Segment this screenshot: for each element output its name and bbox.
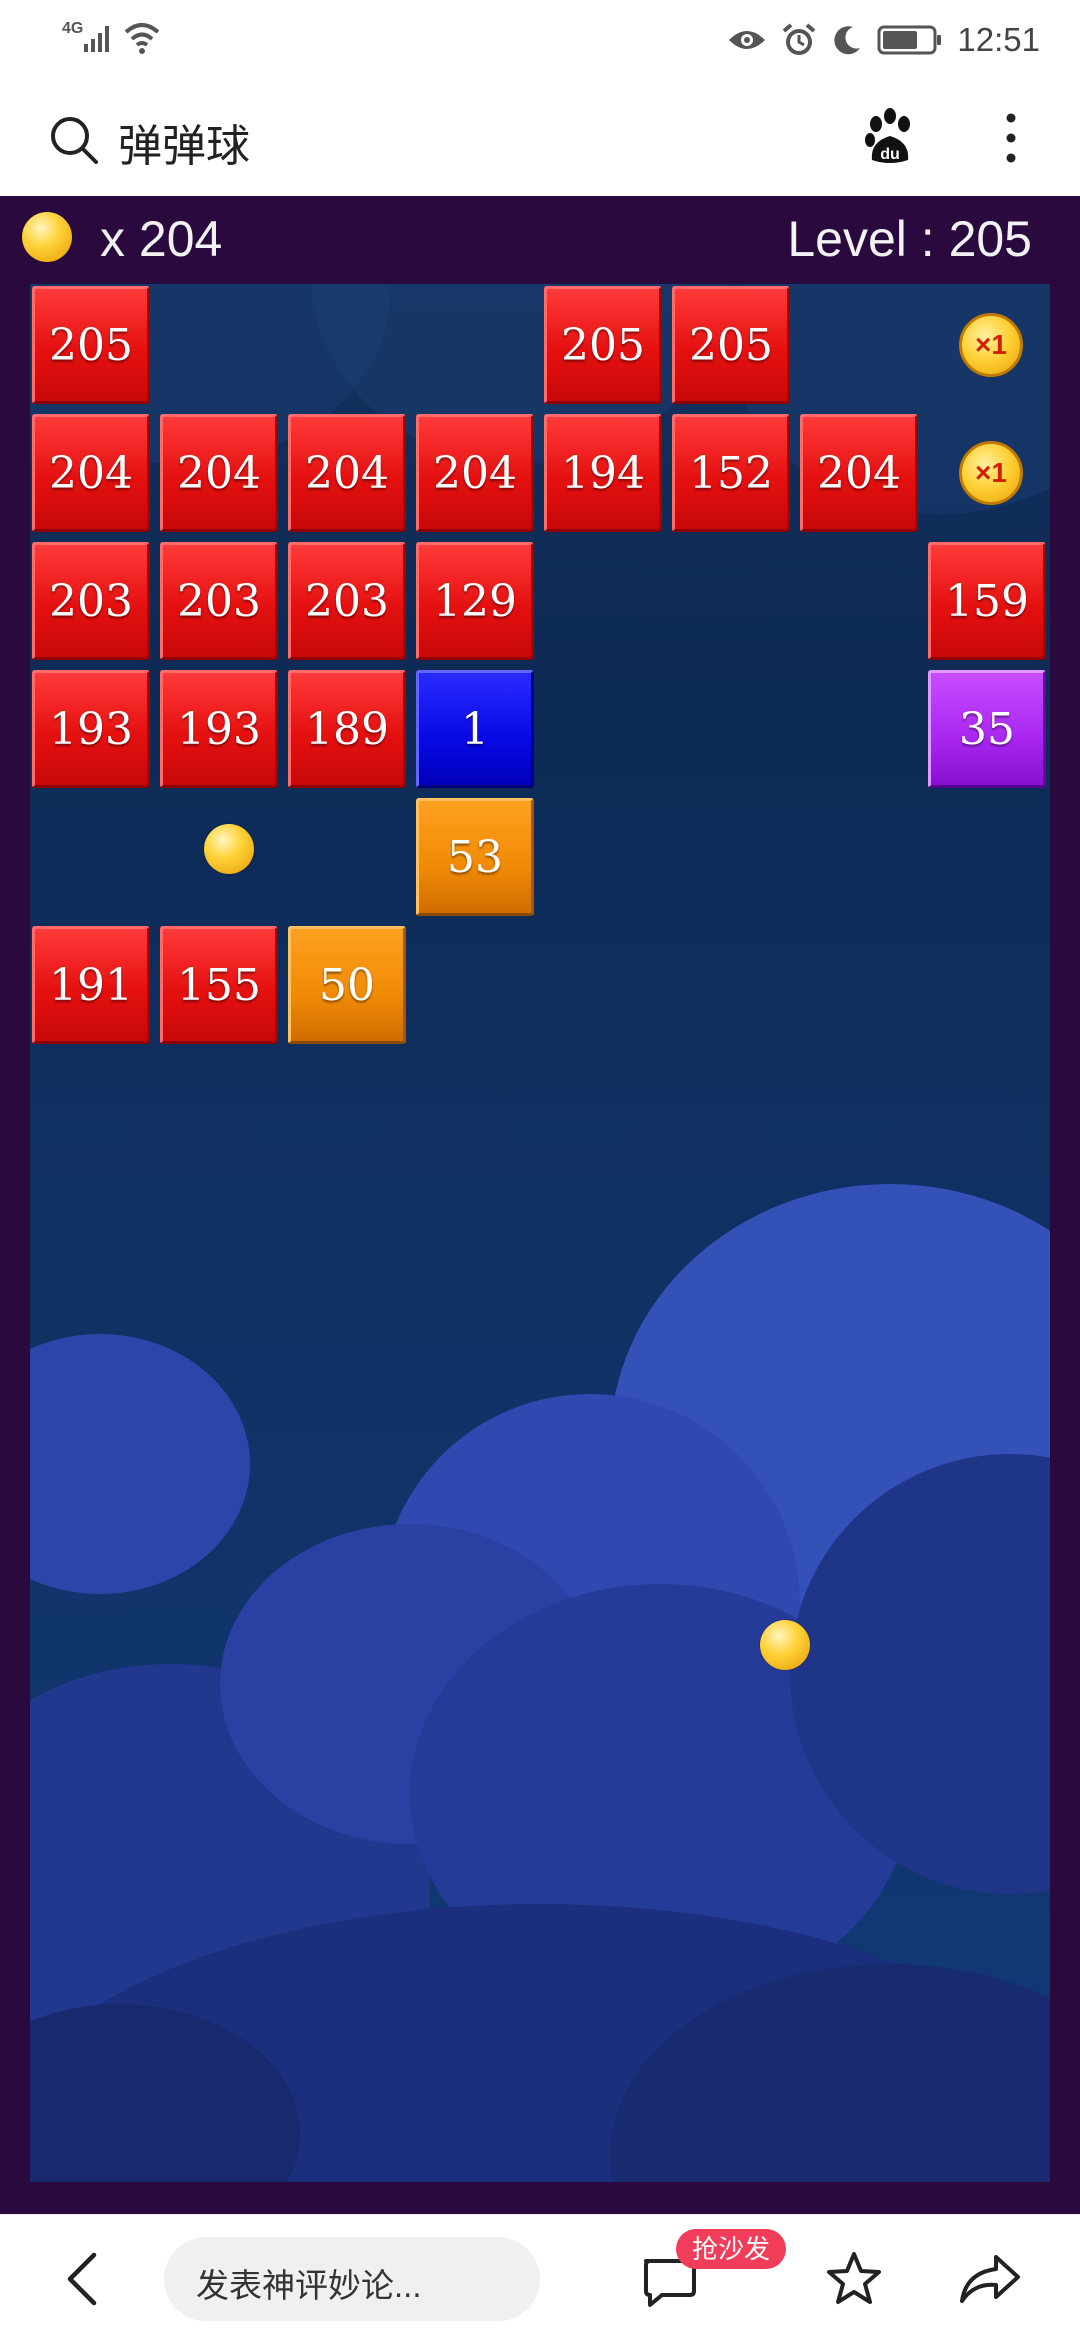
brick-red: 203 [160,542,278,660]
brick-red: 204 [32,414,150,532]
brick-red: 204 [160,414,278,532]
share-icon[interactable] [958,2251,1022,2307]
moon-icon [834,26,861,55]
coin-pickup [204,824,254,874]
baidu-paw-icon[interactable]: du [862,108,918,166]
brick-red: 194 [544,414,662,532]
coin-icon [22,212,72,262]
brick-red: 193 [32,670,150,788]
extra-ball-powerup-icon: ×1 [959,313,1023,377]
battery-icon [877,25,942,55]
wifi-icon [124,23,160,54]
coin-count: x 204 [100,211,223,267]
brick-red: 191 [32,926,150,1044]
extra-ball-powerup-icon: ×1 [959,441,1023,505]
status-bar: 4G 12:51 [0,0,1080,80]
brick-red: 204 [800,414,918,532]
clock: 12:51 [957,21,1040,58]
cloud-decoration [30,1334,250,1594]
alarm-icon [783,23,816,55]
comment-input[interactable]: 发表神评妙论... [164,2237,540,2321]
bottom-bar: 发表神评妙论... 抢沙发 [0,2214,1080,2341]
sofa-badge[interactable]: 抢沙发 [676,2229,787,2269]
launcher-ball[interactable] [760,1620,810,1670]
brick-blue: 1 [416,670,534,788]
more-menu-icon[interactable] [996,108,1026,168]
brick-red: 193 [160,670,278,788]
comment-placeholder: 发表神评妙论... [196,2267,422,2304]
brick-orange: 50 [288,926,406,1044]
brick-red: 129 [416,542,534,660]
brick-red: 159 [928,542,1046,660]
star-icon[interactable] [824,2249,884,2309]
brick-red: 152 [672,414,790,532]
search-icon[interactable] [48,114,100,166]
level-indicator: Level : 205 [787,211,1032,267]
brick-red: 205 [544,286,662,404]
game-canvas[interactable]: x 204 Level : 205 205 205 205 204 204 204 204 1… [0,196,1080,2214]
brick-red: 203 [32,542,150,660]
brick-red: 205 [672,286,790,404]
search-query[interactable]: 弹弹球 [118,110,250,174]
svg-text:du: du [880,146,900,163]
play-field[interactable]: 205 205 205 204 204 204 204 194 152 204 203 203 203 1… [30,284,1050,2182]
back-icon[interactable] [60,2251,106,2307]
brick-red: 189 [288,670,406,788]
brick-red: 155 [160,926,278,1044]
signal-icon [84,26,109,52]
brick-orange: 53 [416,798,534,916]
network-type: 4G [62,20,84,37]
brick-purple: 35 [928,670,1046,788]
search-header: 弹弹球 du [0,80,1080,196]
eye-icon [729,31,766,49]
brick-red: 204 [288,414,406,532]
brick-red: 203 [288,542,406,660]
brick-red: 204 [416,414,534,532]
brick-red: 205 [32,286,150,404]
